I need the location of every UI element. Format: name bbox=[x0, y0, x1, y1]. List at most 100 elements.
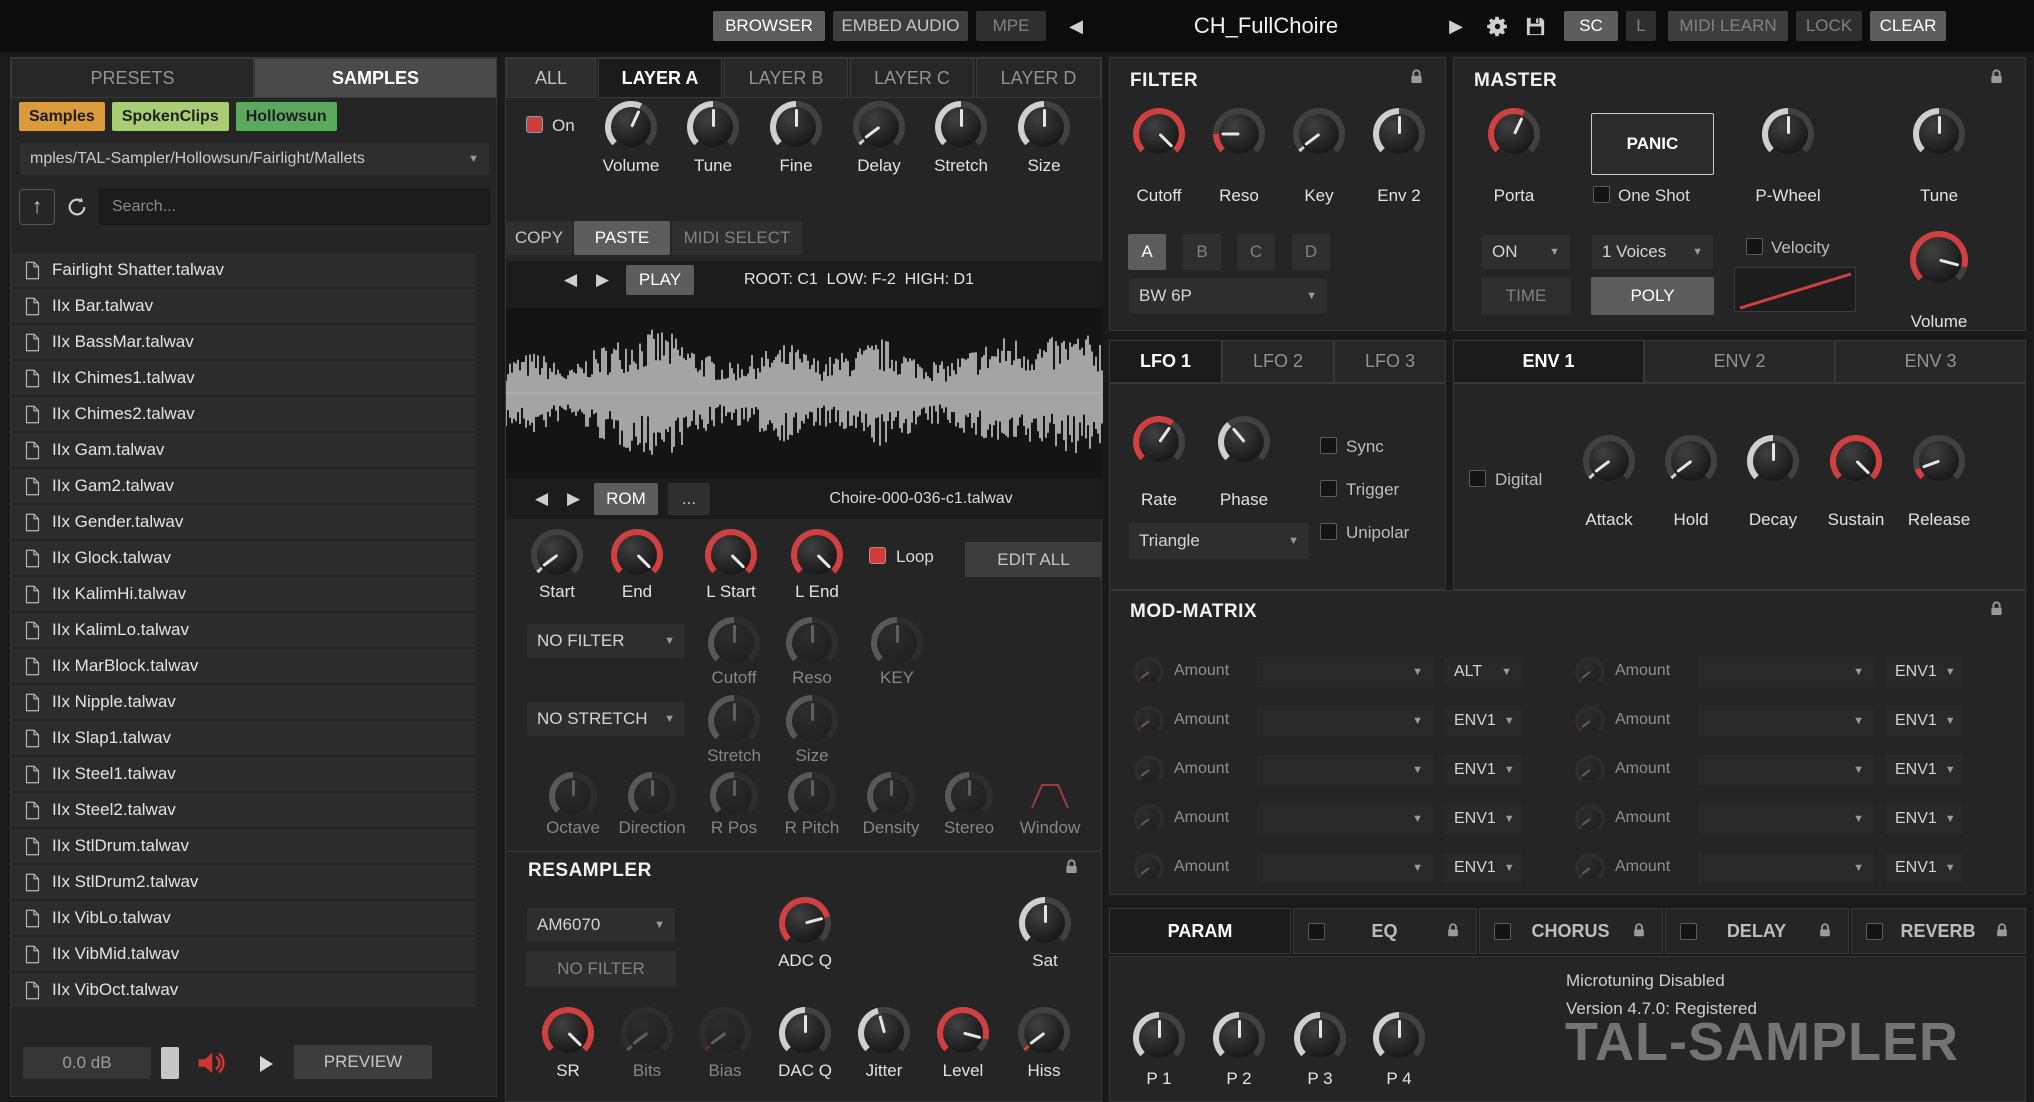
bias-knob[interactable] bbox=[699, 1007, 751, 1059]
waveform-display[interactable] bbox=[506, 308, 1103, 478]
list-item[interactable]: IIx Gam2.talwav bbox=[11, 469, 476, 505]
tab-lfo-2[interactable]: LFO 2 bbox=[1222, 340, 1334, 383]
list-item[interactable]: IIx VibOct.talwav bbox=[11, 973, 476, 1009]
play-icon[interactable] bbox=[256, 1054, 276, 1079]
paste-button[interactable]: PASTE bbox=[574, 221, 670, 255]
p-wheel-knob[interactable] bbox=[1762, 108, 1814, 160]
copy-button[interactable]: COPY bbox=[506, 221, 572, 255]
filter-key-knob[interactable] bbox=[1293, 108, 1345, 160]
lock-icon[interactable] bbox=[1987, 600, 2006, 619]
tab-layer-b[interactable]: LAYER B bbox=[724, 58, 848, 98]
prev-file-icon[interactable]: ◀ bbox=[527, 484, 556, 514]
clear-button[interactable]: CLEAR bbox=[1870, 11, 1946, 41]
mod-amount-knob[interactable] bbox=[1134, 657, 1164, 687]
tab-env-1[interactable]: ENV 1 bbox=[1453, 340, 1644, 383]
p1-knob[interactable] bbox=[1133, 1012, 1185, 1064]
tab-param[interactable]: PARAM bbox=[1109, 908, 1291, 954]
mod-amount-knob[interactable] bbox=[1134, 853, 1164, 883]
up-folder-icon[interactable]: ↑ bbox=[19, 189, 55, 225]
mod-amount-knob[interactable] bbox=[1575, 657, 1605, 687]
lock-icon[interactable] bbox=[1987, 68, 2006, 87]
more-button[interactable]: ... bbox=[668, 483, 710, 515]
layer-delay-knob[interactable] bbox=[853, 101, 905, 153]
settings-gear-icon[interactable] bbox=[1482, 11, 1512, 41]
sample-end-knob[interactable] bbox=[611, 529, 663, 581]
env-release-knob[interactable] bbox=[1913, 435, 1965, 487]
layer-key-knob[interactable] bbox=[871, 617, 923, 669]
list-item[interactable]: IIx Gender.talwav bbox=[11, 505, 476, 541]
lock-icon[interactable] bbox=[1993, 922, 2011, 940]
preview-level-display[interactable]: 0.0 dB bbox=[23, 1047, 151, 1079]
layer-volume-knob[interactable] bbox=[605, 101, 657, 153]
speaker-icon[interactable] bbox=[196, 1050, 226, 1081]
env-hold-knob[interactable] bbox=[1665, 435, 1717, 487]
mod-source-dropdown[interactable]: ENV1 ▼ bbox=[1884, 705, 1964, 737]
loop-start-knob[interactable] bbox=[705, 529, 757, 581]
list-item[interactable]: IIx Nipple.talwav bbox=[11, 685, 476, 721]
mpe-button[interactable]: MPE bbox=[976, 11, 1046, 41]
mod-source-dropdown[interactable]: ENV1 ▼ bbox=[1443, 754, 1523, 786]
r-pitch-knob[interactable] bbox=[788, 772, 836, 820]
loop-led[interactable] bbox=[869, 547, 886, 564]
env-attack-knob[interactable] bbox=[1583, 435, 1635, 487]
filter-cutoff-knob[interactable] bbox=[1133, 108, 1185, 160]
lock-icon[interactable] bbox=[1816, 922, 1834, 940]
list-item[interactable]: IIx KalimHi.talwav bbox=[11, 577, 476, 613]
filter-group-a-button[interactable]: A bbox=[1128, 234, 1166, 270]
filter-env2-knob[interactable] bbox=[1373, 108, 1425, 160]
sat-knob[interactable] bbox=[1019, 897, 1071, 949]
mod-amount-knob[interactable] bbox=[1134, 804, 1164, 834]
stereo-knob[interactable] bbox=[945, 772, 993, 820]
mod-target-dropdown[interactable]: ▼ bbox=[1697, 852, 1875, 884]
list-item[interactable]: IIx KalimLo.talwav bbox=[11, 613, 476, 649]
browser-button[interactable]: BROWSER bbox=[713, 11, 825, 41]
list-item[interactable]: IIx VibMid.talwav bbox=[11, 937, 476, 973]
layer-stretch-dropdown[interactable]: NO STRETCH ▼ bbox=[526, 701, 686, 737]
tab-lfo-3[interactable]: LFO 3 bbox=[1334, 340, 1446, 383]
layer-cutoff-knob[interactable] bbox=[708, 617, 760, 669]
p4-knob[interactable] bbox=[1373, 1012, 1425, 1064]
mod-source-dropdown[interactable]: ENV1 ▼ bbox=[1884, 656, 1964, 688]
play-button[interactable]: PLAY bbox=[626, 265, 694, 295]
sidechain-button[interactable]: SC bbox=[1564, 11, 1618, 41]
list-item[interactable]: Fairlight Shatter.talwav bbox=[11, 253, 476, 289]
reverb-enable-checkbox[interactable] bbox=[1866, 922, 1883, 940]
mod-source-dropdown[interactable]: ENV1 ▼ bbox=[1443, 852, 1523, 884]
master-volume-knob[interactable] bbox=[1910, 231, 1968, 289]
next-preset-icon[interactable]: ▶ bbox=[1444, 16, 1468, 37]
layer-stretch-knob[interactable] bbox=[935, 101, 987, 153]
limiter-button[interactable]: L bbox=[1626, 11, 1656, 41]
tab-layer-c[interactable]: LAYER C bbox=[850, 58, 974, 98]
delay-enable-checkbox[interactable] bbox=[1680, 922, 1697, 940]
octave-knob[interactable] bbox=[549, 772, 597, 820]
velocity-checkbox[interactable] bbox=[1746, 238, 1763, 255]
hiss-knob[interactable] bbox=[1018, 1007, 1070, 1059]
filter-reso-knob[interactable] bbox=[1213, 108, 1265, 160]
tab-delay[interactable]: DELAY bbox=[1665, 908, 1849, 954]
list-item[interactable]: IIx Bar.talwav bbox=[11, 289, 476, 325]
chorus-enable-checkbox[interactable] bbox=[1494, 922, 1511, 940]
resampler-filter-button[interactable]: NO FILTER bbox=[526, 951, 676, 987]
tab-chorus[interactable]: CHORUS bbox=[1479, 908, 1663, 954]
tab-env-3[interactable]: ENV 3 bbox=[1835, 340, 2026, 383]
tag-spokenclips[interactable]: SpokenClips bbox=[111, 102, 229, 131]
tab-env-2[interactable]: ENV 2 bbox=[1644, 340, 1835, 383]
layer-filter-dropdown[interactable]: NO FILTER ▼ bbox=[526, 623, 686, 659]
panic-button[interactable]: PANIC bbox=[1591, 113, 1714, 175]
lfo-waveform-dropdown[interactable]: Triangle ▼ bbox=[1128, 522, 1310, 560]
one-shot-checkbox[interactable] bbox=[1593, 186, 1610, 203]
list-item[interactable]: IIx StlDrum.talwav bbox=[11, 829, 476, 865]
mod-target-dropdown[interactable]: ▼ bbox=[1256, 754, 1434, 786]
tag-samples[interactable]: Samples bbox=[19, 102, 105, 131]
filter-group-b-button[interactable]: B bbox=[1183, 234, 1221, 270]
list-item[interactable]: IIx VibLo.talwav bbox=[11, 901, 476, 937]
porta-knob[interactable] bbox=[1488, 108, 1540, 160]
mod-source-dropdown[interactable]: ENV1 ▼ bbox=[1443, 705, 1523, 737]
list-item[interactable]: IIx BassMar.talwav bbox=[11, 325, 476, 361]
prev-preset-icon[interactable]: ◀ bbox=[1064, 16, 1088, 37]
filter-group-c-button[interactable]: C bbox=[1237, 234, 1275, 270]
list-item[interactable]: IIx Chimes1.talwav bbox=[11, 361, 476, 397]
lfo-phase-knob[interactable] bbox=[1218, 416, 1270, 468]
prev-sample-icon[interactable]: ◀ bbox=[556, 265, 585, 295]
preview-button[interactable]: PREVIEW bbox=[294, 1045, 432, 1079]
